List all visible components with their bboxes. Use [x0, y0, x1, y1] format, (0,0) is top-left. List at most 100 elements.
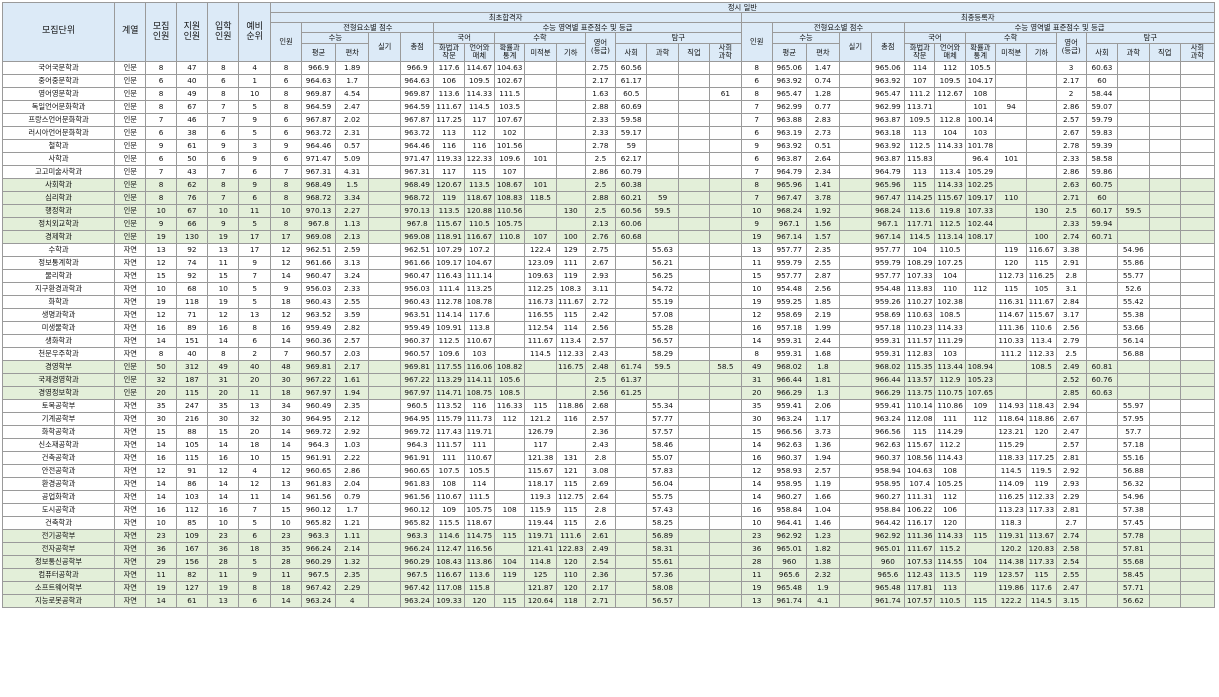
table-cell: 2 [1055, 86, 1087, 101]
table-cell: 7 [207, 112, 240, 127]
table-cell [709, 593, 742, 608]
table-cell: 11 [207, 567, 240, 582]
table-cell [839, 528, 872, 543]
table-cell: 115.67 [904, 437, 936, 452]
table-cell: 108.5 [1026, 359, 1057, 374]
table-cell: 965.82 [301, 515, 336, 530]
table-cell: 959.41 [771, 398, 807, 413]
table-cell: 108 [964, 86, 996, 101]
table-cell [677, 580, 711, 595]
table-cell: 57.45 [1117, 515, 1150, 530]
table-cell: 58.44 [1085, 86, 1119, 101]
table-cell: 110.5 [934, 242, 966, 257]
table-cell [1148, 177, 1181, 192]
table-cell: 57.78 [1117, 528, 1150, 543]
table-cell [964, 541, 996, 556]
table-cell: 111.4 [433, 281, 465, 296]
table-cell: 964.63 [399, 73, 435, 88]
table-row: 건축학과 자연 10 85 10 5 10 965.82 1.21 965.82 115.5 118.… [1, 515, 1216, 530]
table-cell: 5 [238, 281, 271, 296]
table-cell: 112.54 [524, 320, 557, 335]
table-cell: 114.5 [904, 229, 936, 244]
table-cell: 115 [904, 424, 936, 439]
table-cell [368, 190, 401, 205]
table-cell: 113.5 [934, 567, 966, 582]
table-cell: 122.33 [463, 151, 496, 166]
table-cell [964, 424, 996, 439]
table-cell: 2.58 [1055, 541, 1087, 556]
table-cell: 5 [238, 515, 271, 530]
table-cell: 인문 [114, 86, 147, 101]
table-cell: 자연 [114, 255, 147, 270]
table-cell: 14 [740, 476, 773, 491]
table-cell: 108.17 [964, 229, 996, 244]
table-cell: 112 [964, 281, 996, 296]
table-cell: 963.24 [301, 593, 336, 608]
table-cell: 962.51 [399, 242, 435, 257]
table-cell: 인문 [114, 60, 147, 75]
cell-unit-name: 러시아언어문화학과 [1, 125, 116, 140]
table-cell: 113.83 [904, 281, 936, 296]
table-cell: 2.72 [584, 294, 617, 309]
table-cell [368, 255, 401, 270]
table-cell [839, 333, 872, 348]
table-cell: 8 [207, 86, 240, 101]
table-cell: 1.66 [805, 489, 841, 504]
table-cell: 60 [1085, 73, 1119, 88]
table-cell: 60.79 [615, 164, 648, 179]
table-cell: 121 [555, 463, 586, 478]
table-cell: 40 [175, 73, 209, 88]
table-cell: 109 [175, 528, 209, 543]
table-cell [709, 99, 742, 114]
table-cell [1085, 463, 1119, 478]
table-cell: 9 [740, 138, 773, 153]
header-inwon-2: 인원 [740, 22, 773, 62]
table-cell [839, 60, 872, 75]
table-cell: 958.69 [771, 307, 807, 322]
table-cell [1179, 60, 1216, 75]
table-cell: 102.25 [964, 177, 996, 192]
table-cell [646, 216, 679, 231]
table-cell [1148, 151, 1181, 166]
table-cell: 2.71 [584, 593, 617, 608]
table-cell: 114.8 [524, 554, 557, 569]
table-cell [646, 125, 679, 140]
table-cell: 14 [269, 424, 303, 439]
table-cell [1179, 281, 1216, 296]
table-cell: 2.56 [805, 281, 841, 296]
table-cell [494, 476, 526, 491]
table-cell [1148, 138, 1181, 153]
table-cell [368, 489, 401, 504]
table-cell [615, 515, 648, 530]
table-cell: 2.47 [1055, 580, 1087, 595]
table-cell [368, 372, 401, 387]
table-cell: 129 [555, 242, 586, 257]
table-cell: 13 [207, 242, 240, 257]
table-cell: 968.49 [301, 177, 336, 192]
table-cell [368, 99, 401, 114]
table-cell: 2.12 [334, 411, 370, 426]
table-cell: 116.43 [433, 268, 465, 283]
table-cell: 2.56 [584, 320, 617, 335]
header-kor2-1: 언어와 매체 [463, 43, 496, 62]
table-cell: 2.55 [1055, 567, 1087, 582]
table-cell [615, 424, 648, 439]
table-cell: 962.99 [870, 99, 906, 114]
table-cell [709, 307, 742, 322]
table-cell [368, 463, 401, 478]
table-cell: 2.49 [1055, 359, 1087, 374]
table-row: 정보통신공학부 자연 29 156 28 5 28 960.29 1.32 960.29 108.4… [1, 554, 1216, 569]
table-cell: 2.52 [1055, 372, 1087, 387]
table-cell: 2.35 [334, 567, 370, 582]
table-cell: 30 [145, 411, 177, 426]
header-kor-1: 국어 [433, 32, 496, 44]
table-cell: 968.49 [399, 177, 435, 192]
table-cell: 961.83 [301, 476, 336, 491]
table-cell [1179, 359, 1216, 374]
table-cell: 965.47 [771, 86, 807, 101]
table-cell [1179, 294, 1216, 309]
table-cell: 56.88 [1117, 463, 1150, 478]
table-cell [615, 450, 648, 465]
table-cell: 119.44 [524, 515, 557, 530]
header-group-first: 최초합격자 [269, 12, 742, 23]
